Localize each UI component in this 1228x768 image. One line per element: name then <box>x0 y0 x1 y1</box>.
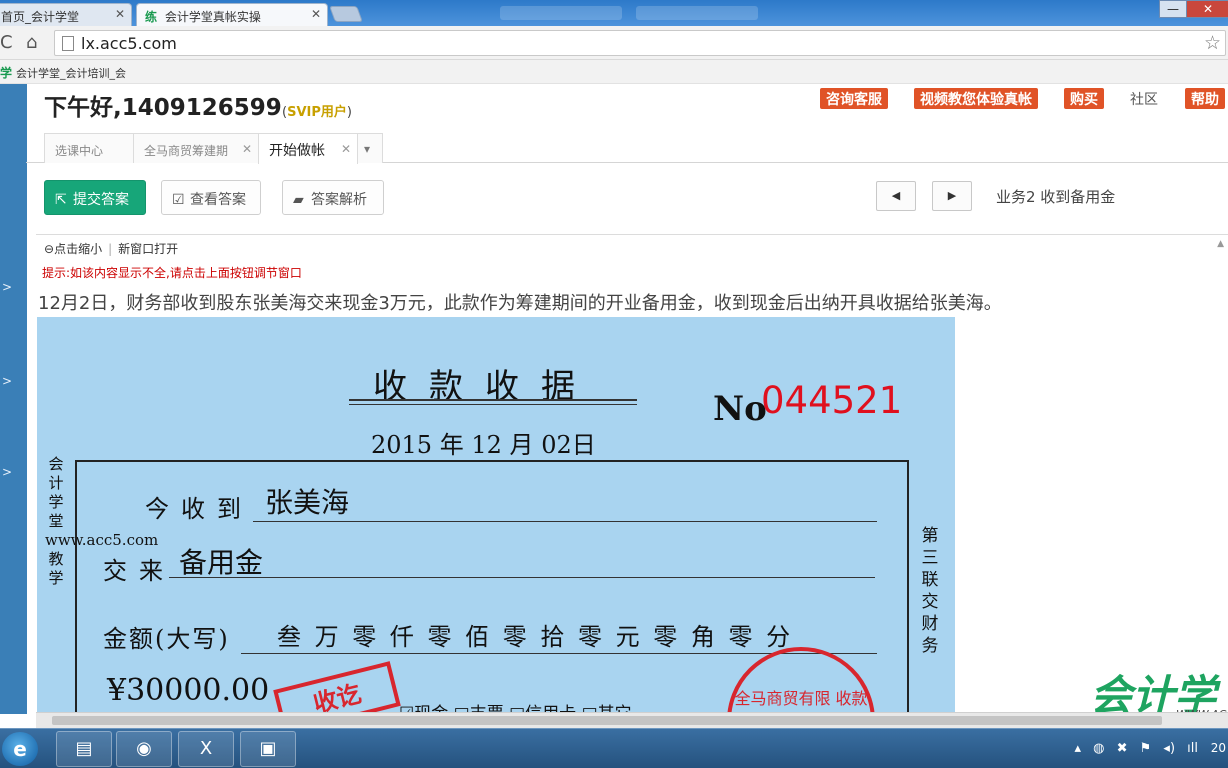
tab-dropdown-button[interactable]: ▾ <box>357 133 383 163</box>
minimize-button[interactable]: — <box>1159 0 1187 18</box>
for-value: 备用金 <box>179 546 264 579</box>
receipt-no-label: No <box>713 389 767 429</box>
answer-analysis-button[interactable]: ▰ 答案解析 <box>282 180 384 215</box>
chevron-right-icon[interactable]: > <box>2 374 12 388</box>
tab-company-setup[interactable]: 全马商贸筹建期 ✕ <box>133 133 259 163</box>
receipt-copy-label: 第三联 交财务 <box>921 526 939 656</box>
browser-tab-practice[interactable]: 练 会计学堂真帐实操 ✕ <box>136 3 328 26</box>
checkbox-icon: ☑ <box>172 192 185 208</box>
clock: 20 <box>1210 741 1226 755</box>
greeting-title: 下午好,1409126599 <box>44 95 282 121</box>
received-from-value: 张美海 <box>265 486 350 519</box>
external-link-icon: ⇱ <box>55 192 67 208</box>
video-demo-button[interactable]: 视频教您体验真帐 <box>914 88 1038 109</box>
bookmark-star-icon[interactable]: ☆ <box>1204 32 1221 54</box>
chevron-right-icon[interactable]: > <box>2 280 12 294</box>
windows-taskbar: e ▤ ◉ X ▣ ▴ ◍ ✖ ⚑ ◂) ıll 20 <box>0 728 1228 768</box>
caret-down-icon: ▾ <box>364 142 371 156</box>
receipt-number: 044521 <box>761 379 903 422</box>
reload-icon[interactable]: C <box>0 32 13 53</box>
page-icon <box>62 36 74 51</box>
url-input[interactable]: lx.acc5.com ☆ <box>54 30 1226 56</box>
page-tabs: 选课中心 全马商贸筹建期 ✕ 开始做帐 ✕ ▾ <box>26 130 1228 164</box>
new-tab-button[interactable] <box>329 6 363 22</box>
browser-tab-home[interactable]: 首页_会计学堂 ✕ <box>0 3 132 26</box>
help-button[interactable]: 帮助 <box>1185 88 1225 109</box>
amount-label: 金额(大写) <box>103 625 230 653</box>
for-label: 交来 <box>103 557 175 585</box>
chrome-icon[interactable]: ◉ <box>116 731 172 767</box>
content-frame: ⊖点击缩小 | 新窗口打开 提示:如该内容显示不全,请点击上面按钮调节窗口 12月2… <box>36 234 1228 714</box>
close-tab-icon[interactable]: ✕ <box>311 7 321 21</box>
community-link[interactable]: 社区 <box>1130 89 1158 109</box>
bookmark-item[interactable]: 会计学堂_会计培训_会 <box>16 65 126 81</box>
receipt-image: 收款收据 No 044521 2015 年 12 月 02日 会计学堂www.a… <box>37 317 955 714</box>
tab-label: 选课中心 <box>55 144 104 158</box>
open-new-window-link[interactable]: 新窗口打开 <box>118 242 178 256</box>
site-favicon-icon: 练 <box>145 10 158 24</box>
business-description: 12月2日，财务部收到股东张美海交来现金3万元，此款作为筹建期间的开业备用金，收… <box>38 293 1002 314</box>
close-window-button[interactable]: ✕ <box>1186 0 1228 18</box>
tab-course-center[interactable]: 选课中心 <box>44 133 134 163</box>
amount-figure: ¥30000.00 <box>107 673 270 708</box>
close-tab-icon[interactable]: ✕ <box>341 142 351 156</box>
zoom-out-link[interactable]: 点击缩小 <box>54 242 102 256</box>
hint-text: 提示:如该内容显示不全,请点击上面按钮调节窗口 <box>42 266 302 280</box>
url-text: lx.acc5.com <box>81 34 177 53</box>
amount-in-words: 叁 万 零 仟 零 佰 零 拾 零 元 零 角 零 分 <box>277 623 791 651</box>
submit-answer-button[interactable]: ⇱ 提交答案 <box>44 180 146 215</box>
received-from-label: 今收到 <box>145 495 253 523</box>
previous-business-button[interactable]: ◀ <box>876 181 916 211</box>
consult-service-button[interactable]: 咨询客服 <box>820 88 888 109</box>
close-tab-icon[interactable]: ✕ <box>242 142 252 156</box>
receipt-side-text: 会计学堂www.acc5.com教学 <box>45 455 159 587</box>
svip-badge: (SVIP用户) <box>282 105 352 120</box>
excel-icon[interactable]: X <box>178 731 234 767</box>
frame-toolbar: ⊖点击缩小 | 新窗口打开 <box>44 242 179 256</box>
bookmarks-bar: 学 会计学堂_会计培训_会 <box>0 60 1228 84</box>
received-from-line <box>253 521 877 522</box>
close-tab-icon[interactable]: ✕ <box>115 7 125 21</box>
blurred-title-area <box>500 6 622 20</box>
video-recorder-icon[interactable]: ▣ <box>240 731 296 767</box>
for-line <box>169 577 875 578</box>
tab-start-bookkeeping[interactable]: 开始做帐 ✕ <box>258 133 358 164</box>
title-underline <box>349 399 637 405</box>
view-answer-button[interactable]: ☑ 查看答案 <box>161 180 261 215</box>
file-explorer-icon[interactable]: ▤ <box>56 731 112 767</box>
home-icon[interactable]: ⌂ <box>26 32 37 53</box>
tab-label: 开始做帐 <box>269 143 325 159</box>
business-title: 业务2 收到备用金 <box>996 188 1116 206</box>
scrollbar-thumb[interactable] <box>52 716 1162 725</box>
left-sidebar: > > > <box>0 84 27 714</box>
chevron-right-icon[interactable]: > <box>2 465 12 479</box>
blurred-title-area <box>636 6 758 20</box>
buy-button[interactable]: 购买 <box>1064 88 1104 109</box>
next-business-button[interactable]: ▶ <box>932 181 972 211</box>
system-tray[interactable]: ▴ ◍ ✖ ⚑ ◂) ıll <box>1074 741 1198 756</box>
tab-label: 首页_会计学堂 <box>1 10 80 24</box>
receipt-date: 2015 年 12 月 02日 <box>371 431 596 459</box>
tab-label: 全马商贸筹建期 <box>144 144 229 158</box>
address-bar-row: C ⌂ lx.acc5.com ☆ <box>0 26 1228 60</box>
bookmark-site-icon: 学 <box>0 66 13 80</box>
tab-label: 会计学堂真帐实操 <box>164 10 261 24</box>
browser-tabstrip: 首页_会计学堂 ✕ 练 会计学堂真帐实操 ✕ — ✕ <box>0 0 1228 26</box>
folder-icon: ▰ <box>293 192 304 208</box>
scroll-up-arrow-icon[interactable]: ▲ <box>1217 239 1224 249</box>
horizontal-scrollbar[interactable] <box>36 712 1228 728</box>
start-button-icon[interactable]: e <box>2 732 38 766</box>
zoom-out-icon[interactable]: ⊖ <box>44 242 54 256</box>
